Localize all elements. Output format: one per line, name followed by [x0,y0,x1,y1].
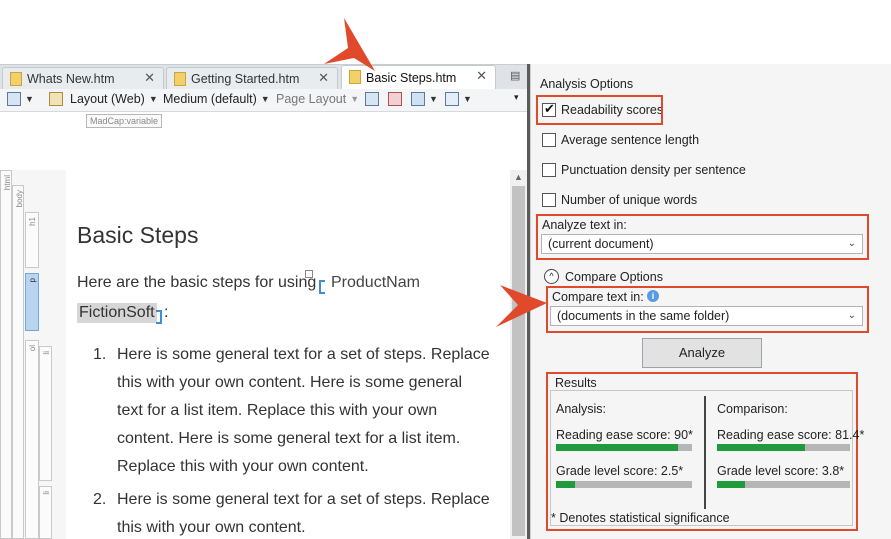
image-dropdown[interactable]: ▼ [411,92,438,106]
structure-bar-h1[interactable]: h1 [25,212,39,268]
close-icon[interactable]: ✕ [476,68,487,84]
scroll-up-icon[interactable]: ▲ [514,172,523,182]
structure-bar-body[interactable]: body [12,185,24,539]
chevron-down-icon: ▼ [429,94,438,104]
comparison-grade-level-label: Grade level score: 3.8* [717,464,845,478]
punctuation-label[interactable]: Punctuation density per sentence [561,163,746,177]
variable-end-marker [156,310,162,324]
list-item-line[interactable]: this with your own content. [117,519,306,537]
bar-fill [556,481,576,488]
preview-dropdown[interactable]: ▼ [7,92,34,106]
tab-whats-new[interactable]: Whats New.htm ✕ [2,67,164,89]
page-layout-label: Page Layout [276,92,347,106]
structure-bar-li-1[interactable]: li [39,346,52,481]
editor-toolbar: ▼ Layout (Web) ▼ Medium (default) ▼ Page L… [0,89,527,112]
analysis-grade-level-bar [556,481,692,488]
comparison-grade-level-bar [717,481,850,488]
list-item-line[interactable]: this with your own content. Here is some… [117,374,462,392]
close-icon[interactable]: ✕ [144,70,155,86]
medium-dropdown[interactable]: Medium (default) ▼ [163,92,270,106]
analysis-reading-ease-bar [556,444,692,451]
highlight-compare-in [546,286,869,333]
toolbar-overflow-icon[interactable]: ▾ [514,92,519,103]
comparison-reading-ease-label: Reading ease score: 81.4* [717,428,865,442]
preview-icon [7,92,21,106]
bar-fill [717,481,745,488]
callout-arrow [324,18,375,71]
chevron-down-icon: ▼ [463,94,472,104]
document-heading[interactable]: Basic Steps [77,222,198,249]
unique-words-checkbox[interactable] [542,193,556,207]
document-icon [174,72,186,86]
document-icon [10,72,22,86]
results-divider [704,396,706,509]
tab-getting-started[interactable]: Getting Started.htm ✕ [166,67,338,89]
track-changes-button[interactable] [388,92,402,106]
variable-tag-label: MadCap:variable [86,114,163,128]
layout-dropdown[interactable]: Layout (Web) ▼ [49,92,158,106]
medium-label: Medium (default) [163,92,257,106]
chevron-down-icon: ▼ [25,94,34,104]
unique-words-label[interactable]: Number of unique words [561,193,697,207]
collapse-up-icon[interactable]: ^ [544,269,559,284]
intro-colon: : [164,304,169,321]
show-tags-icon [365,92,379,106]
structure-bar-html[interactable]: html [0,170,12,539]
avg-sentence-label[interactable]: Average sentence length [561,133,699,147]
page-layout-dropdown[interactable]: Page Layout ▼ [276,92,359,106]
analysis-options-title: Analysis Options [540,77,634,91]
variable-start-marker [319,280,325,294]
list-item-line[interactable]: Here is some general text for a set of s… [117,346,490,364]
analysis-grade-level-label: Grade level score: 2.5* [556,464,684,478]
list-number: 2. [93,491,107,508]
tab-label: Basic Steps.htm [366,71,457,85]
results-title: Results [553,376,599,390]
product-name-variable[interactable]: ProductNam [331,274,420,292]
analysis-header: Analysis: [556,402,607,416]
structure-bar-li-2[interactable]: li [39,486,52,539]
document-tab-strip: Whats New.htm ✕ Getting Started.htm ✕ Ba… [0,64,527,90]
tab-list-icon[interactable]: ▤ [510,69,520,82]
chevron-down-icon: ▼ [148,94,158,104]
callout-arrow [496,285,547,327]
chevron-down-icon: ▼ [260,94,270,104]
bar-fill [556,444,679,451]
compare-options-toggle[interactable]: Compare Options [565,270,663,284]
scrollbar-thumb[interactable] [512,186,525,536]
structure-bar-ol[interactable]: ol [25,340,39,539]
list-item-line[interactable]: content. Here is some general text for a… [117,430,460,448]
list-item-line[interactable]: Here is some general text for a set of s… [117,491,490,509]
analysis-reading-ease-label: Reading ease score: 90* [556,428,693,442]
document-icon [349,70,361,84]
markers-dropdown[interactable]: ▼ [445,92,472,106]
bar-fill [717,444,805,451]
punctuation-checkbox[interactable] [542,163,556,177]
intro-text[interactable]: Here are the basic steps for using [77,274,316,292]
tab-label: Whats New.htm [27,71,115,86]
chevron-down-icon: ▼ [350,94,360,104]
highlight-analyze-in [536,214,869,260]
editor-scrollbar[interactable]: ▲ [510,170,527,539]
list-item-line[interactable]: Replace this with your own content. [117,458,369,476]
significance-footnote: * Denotes statistical significance [551,511,730,525]
layout-label: Layout (Web) [70,92,145,106]
structure-bar-p[interactable]: p [25,273,39,331]
comparison-header: Comparison: [717,402,788,416]
avg-sentence-checkbox[interactable] [542,133,556,147]
list-number: 1. [93,346,107,363]
show-tags-button[interactable] [365,92,379,106]
highlight-readability [536,95,663,125]
list-item-line[interactable]: text for a list item. Replace this with … [117,402,437,420]
close-icon[interactable]: ✕ [318,70,329,86]
tab-label: Getting Started.htm [191,71,300,86]
track-changes-icon [388,92,402,106]
cursor-handle [305,270,313,278]
variable-value[interactable]: FictionSoft [77,303,157,323]
conditions-icon [49,92,63,106]
markers-icon [445,92,459,106]
comparison-reading-ease-bar [717,444,850,451]
analyze-button[interactable]: Analyze [642,338,762,368]
image-icon [411,92,425,106]
